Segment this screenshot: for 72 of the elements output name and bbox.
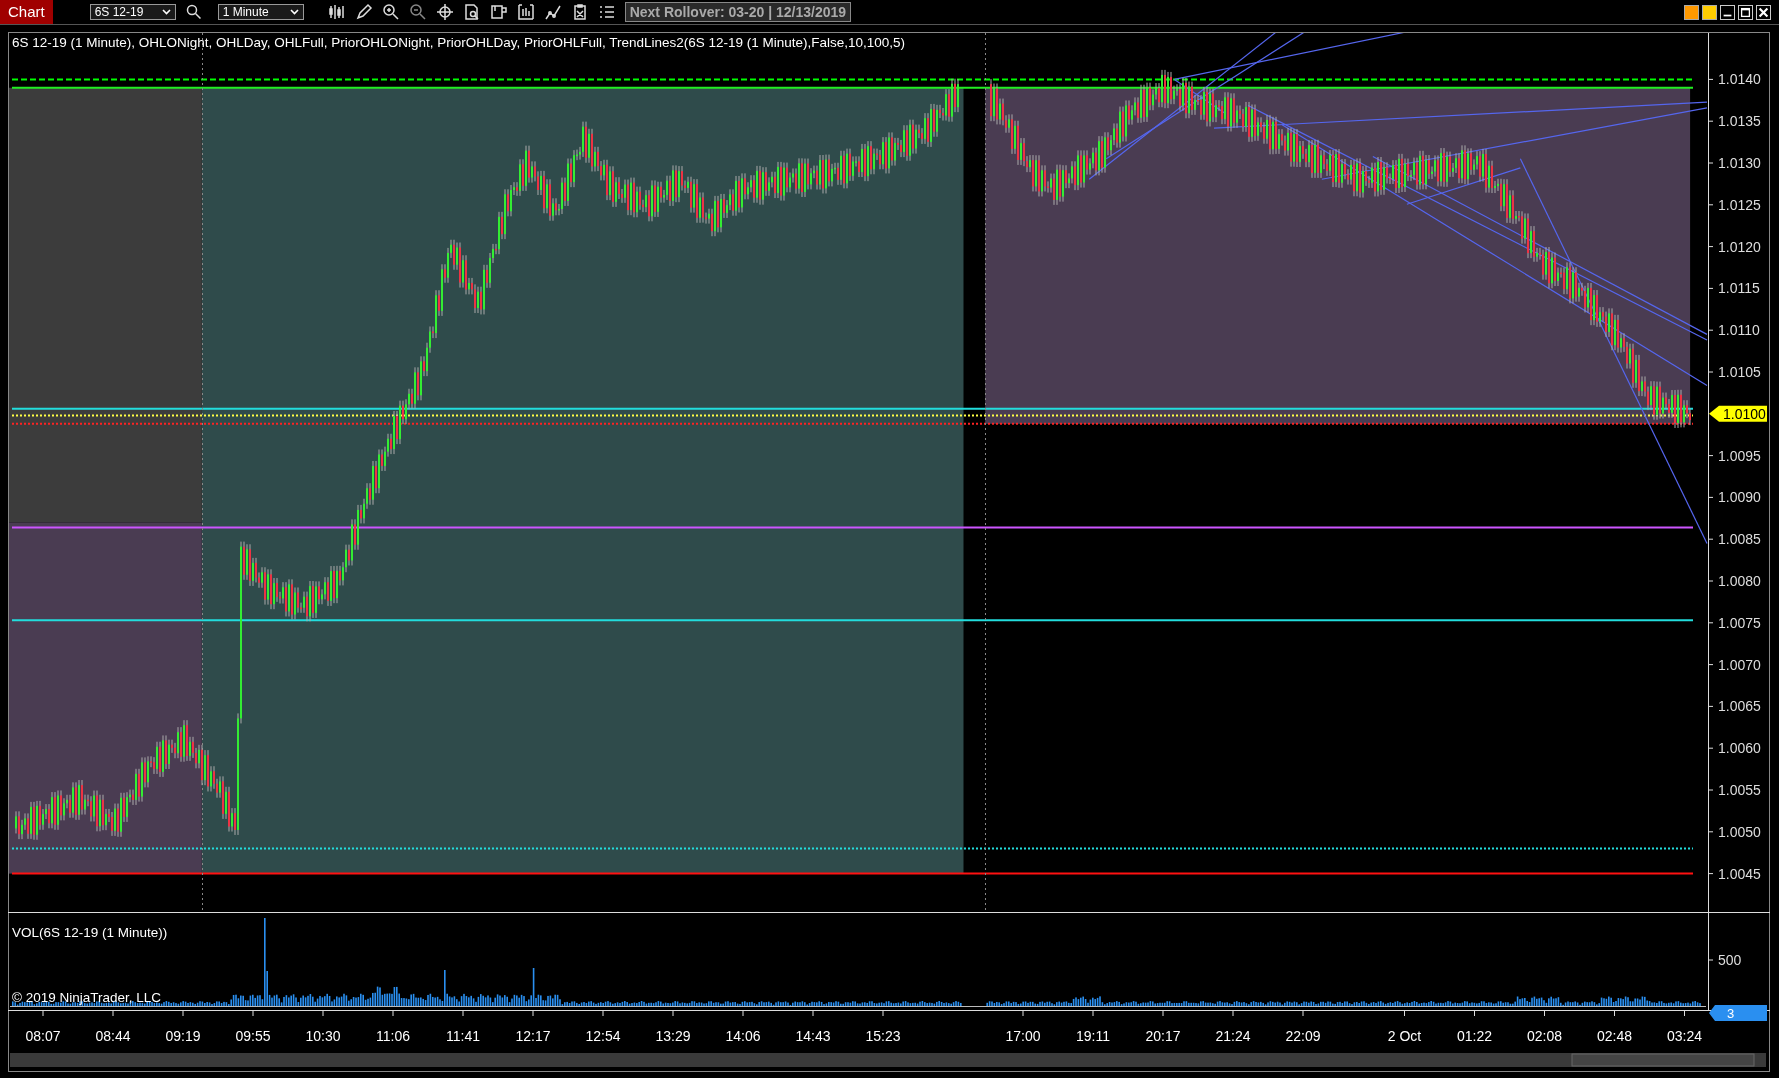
time-axis-label: 10:30	[305, 1028, 341, 1044]
time-axis-label: 01:22	[1457, 1028, 1492, 1044]
scrollbar[interactable]	[10, 1053, 1766, 1067]
time-axis-label: 11:41	[446, 1028, 480, 1044]
list-icon[interactable]	[597, 3, 616, 21]
time-axis-label: 14:06	[725, 1028, 761, 1044]
price-axis-label: 1.0095	[1718, 447, 1761, 464]
time-axis-label: 15:23	[865, 1028, 901, 1044]
price-axis-label: 1.0065	[1718, 698, 1761, 715]
candlestick-icon[interactable]	[327, 3, 346, 21]
document-search-icon[interactable]	[462, 3, 481, 21]
time-axis-label: 20:17	[1145, 1028, 1181, 1044]
caret-icon	[289, 9, 299, 15]
price-axis-label: 1.0070	[1718, 656, 1761, 673]
close-icon[interactable]	[1756, 4, 1771, 20]
volume-title: VOL(6S 12-19 (1 Minute))	[12, 925, 168, 940]
scrollbar-thumb[interactable]	[1571, 1053, 1755, 1067]
caret-icon	[161, 9, 171, 15]
time-axis-label: 03:24	[1667, 1028, 1702, 1044]
instrument-dropdown[interactable]: 6S 12-19	[89, 4, 176, 20]
price-axis-label: 1.0075	[1718, 614, 1761, 631]
copyright-text: © 2019 NinjaTrader, LLC	[12, 990, 162, 1005]
time-axis-label: 02:08	[1527, 1028, 1562, 1044]
time-axis-label: 21:24	[1215, 1028, 1251, 1044]
price-axis-label: 1.0060	[1718, 740, 1761, 757]
price-axis-label: 1.0130	[1718, 155, 1761, 171]
price-axis-label: 1.0085	[1718, 531, 1761, 548]
color-swatch-icon[interactable]	[1702, 4, 1717, 20]
minimize-icon[interactable]	[1720, 4, 1735, 20]
time-axis-label: 19:11	[1076, 1028, 1110, 1044]
price-axis-label: 1.0105	[1718, 364, 1761, 380]
price-axis-label: 1.0115	[1718, 280, 1760, 297]
price-axis-label: 1.0045	[1718, 865, 1761, 882]
time-axis-label: 13:29	[655, 1028, 691, 1044]
price-axis-label: 1.0090	[1718, 489, 1761, 506]
time-axis-label: 08:07	[25, 1028, 61, 1044]
time-axis-label: 11:06	[376, 1028, 410, 1044]
color-swatch-icon[interactable]	[1684, 4, 1699, 20]
time-axis-label: 02:48	[1597, 1028, 1632, 1044]
price-axis-label: 1.0125	[1718, 196, 1761, 213]
bar-chart-icon[interactable]	[516, 3, 535, 21]
zoom-in-icon[interactable]	[381, 3, 400, 21]
zoom-out-icon[interactable]	[408, 3, 427, 21]
window-title: Chart	[0, 0, 53, 24]
time-axis-label: 12:17	[515, 1028, 551, 1044]
price-axis-label: 1.0120	[1718, 238, 1761, 255]
panel-icon[interactable]	[489, 3, 508, 21]
current-price-label: 1.0100	[1709, 405, 1767, 422]
price-axis-label: 1.0080	[1718, 573, 1761, 589]
time-axis-label: 17:00	[1005, 1028, 1041, 1044]
time-axis-label: 09:55	[235, 1028, 271, 1044]
time-axis-label: 14:43	[795, 1028, 831, 1044]
volume-axis-label: 500	[1718, 952, 1742, 968]
crosshair-icon[interactable]	[435, 3, 454, 21]
price-axis-label: 1.0050	[1718, 823, 1761, 840]
price-axis-label: 1.0135	[1718, 113, 1761, 130]
price-axis-label: 1.0110	[1718, 322, 1760, 339]
time-axis-label: 12:54	[585, 1028, 621, 1044]
time-axis-label: 09:19	[165, 1028, 201, 1044]
price-axis-label: 1.0055	[1718, 782, 1761, 798]
time-axis-label: 2 Oct	[1387, 1028, 1422, 1044]
line-chart-icon[interactable]	[543, 3, 562, 21]
maximize-icon[interactable]	[1738, 4, 1753, 20]
rollover-label: Next Rollover: 03-20 | 12/13/2019	[624, 2, 852, 22]
time-axis-label: 08:44	[95, 1028, 131, 1044]
current-volume-label: 3	[1709, 1005, 1767, 1021]
pencil-icon[interactable]	[354, 3, 373, 21]
chart-title: 6S 12-19 (1 Minute), OHLONight, OHLDay, OHLFull, PriorOHLONight, PriorOHLDay, PriorOHLFull, TrendLines2(6S 12-19 (1 Minute),False,10,100,5)	[12, 35, 906, 50]
price-axis-label: 1.0140	[1718, 71, 1761, 88]
interval-dropdown[interactable]: 1 Minute	[217, 4, 304, 20]
search-icon[interactable]	[184, 3, 203, 21]
time-axis-label: 22:09	[1285, 1028, 1321, 1044]
